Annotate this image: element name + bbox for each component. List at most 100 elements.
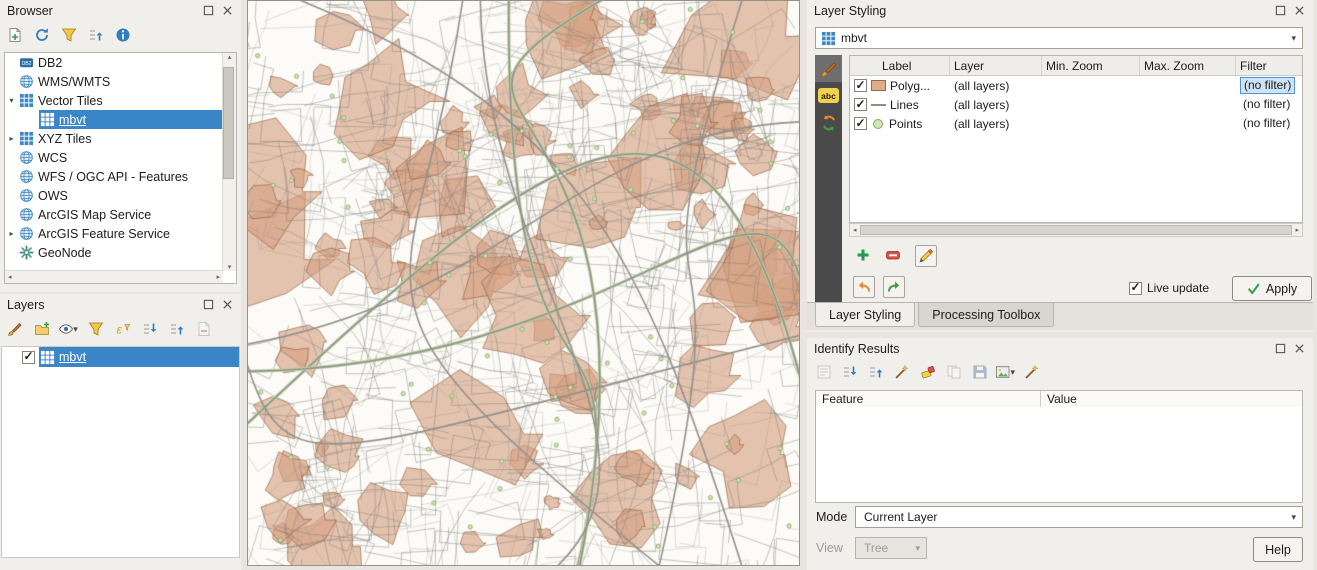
header-filter[interactable]: Filter <box>1236 56 1302 75</box>
db2-icon <box>18 55 35 70</box>
tree-item-vector-tiles[interactable]: Vector Tiles <box>5 91 236 110</box>
filter-cell[interactable]: (no filter) <box>1240 77 1296 94</box>
layer-item-mbvt[interactable]: mbvt <box>2 347 239 367</box>
expand-all-icon[interactable] <box>139 318 161 340</box>
tree-item-wcs[interactable]: WCS <box>5 148 236 167</box>
clear-results-icon[interactable] <box>917 361 939 383</box>
layers-float-icon[interactable] <box>202 298 215 311</box>
chevron-right-icon[interactable] <box>5 229 18 238</box>
symbology-icon[interactable] <box>815 55 842 82</box>
remove-rule-icon[interactable] <box>883 245 903 265</box>
check-icon <box>1247 282 1261 296</box>
rule-checkbox[interactable] <box>854 98 867 111</box>
refresh-icon[interactable] <box>31 24 53 46</box>
tree-item-geonode[interactable]: GeoNode <box>5 243 236 262</box>
layer-styling-panel-title: Layer Styling <box>814 3 887 18</box>
header-layer[interactable]: Layer <box>950 56 1042 75</box>
identify-results-panel: Identify Results ▾ Feature Value Mode Cu… <box>807 338 1313 570</box>
collapse-all-icon[interactable] <box>166 318 188 340</box>
browser-close-icon[interactable] <box>221 4 234 17</box>
properties-icon[interactable] <box>112 24 134 46</box>
tree-item-mbvt[interactable]: mbvt <box>5 110 236 129</box>
collapse-tree-icon[interactable] <box>865 361 887 383</box>
rule-checkbox[interactable] <box>854 79 867 92</box>
browser-vertical-scrollbar-thumb[interactable] <box>223 67 234 179</box>
apply-button[interactable]: Apply <box>1232 276 1312 301</box>
selected-row-highlight: mbvt <box>39 347 239 367</box>
layers-panel-title: Layers <box>7 297 45 312</box>
table-row[interactable]: Points (all layers) (no filter) <box>850 114 1302 133</box>
open-form-icon[interactable] <box>813 361 835 383</box>
header-feature[interactable]: Feature <box>816 391 1041 407</box>
filter-expression-icon[interactable] <box>112 318 134 340</box>
filter-cell[interactable]: (no filter) <box>1240 116 1293 131</box>
table-row[interactable]: Polyg... (all layers) (no filter) <box>850 76 1302 95</box>
browser-float-icon[interactable] <box>202 4 215 17</box>
copy-feature-icon[interactable] <box>943 361 965 383</box>
selected-row-highlight: mbvt <box>39 110 236 129</box>
tree-item-wfs[interactable]: WFS / OGC API - Features <box>5 167 236 186</box>
save-results-icon[interactable] <box>969 361 991 383</box>
map-canvas[interactable] <box>247 0 800 566</box>
collapse-all-icon[interactable] <box>85 24 107 46</box>
identify-close-icon[interactable] <box>1293 342 1306 355</box>
rule-checkbox[interactable] <box>854 117 867 130</box>
tree-item-db2[interactable]: DB2 <box>5 53 236 72</box>
mode-combo[interactable]: Current Layer ▾ <box>855 506 1303 528</box>
live-update-checkbox[interactable] <box>1129 281 1142 295</box>
chevron-right-icon[interactable] <box>5 134 18 143</box>
view-combo: Tree ▾ <box>855 537 927 559</box>
tab-layer-styling[interactable]: Layer Styling <box>815 303 916 327</box>
browser-panel: Browser DB2 WMS/WMTS ▾ Vector Tiles mbvt… <box>0 0 241 292</box>
view-label: View <box>816 541 843 555</box>
measure-icon[interactable] <box>1021 361 1043 383</box>
identify-float-icon[interactable] <box>1274 342 1287 355</box>
styling-float-icon[interactable] <box>1274 4 1287 17</box>
labels-icon[interactable]: abc <box>815 82 842 109</box>
undo-icon[interactable] <box>853 276 875 298</box>
line-swatch <box>871 99 886 110</box>
filter-cell[interactable]: (no filter) <box>1240 97 1293 112</box>
layer-visibility-checkbox[interactable] <box>22 350 35 364</box>
grid-icon <box>39 112 56 127</box>
identify-toolbar: ▾ <box>813 361 1043 383</box>
redo-icon[interactable] <box>883 276 905 298</box>
chevron-down-icon[interactable] <box>5 96 18 105</box>
expand-new-results-icon[interactable] <box>891 361 913 383</box>
styling-close-icon[interactable] <box>1293 4 1306 17</box>
layer-selector-combo[interactable]: mbvt ▾ <box>815 27 1303 49</box>
add-group-icon[interactable] <box>31 318 53 340</box>
tree-item-xyz-tiles[interactable]: XYZ Tiles <box>5 129 236 148</box>
expand-tree-icon[interactable] <box>839 361 861 383</box>
add-layer-icon[interactable] <box>4 24 26 46</box>
manage-map-themes-icon[interactable]: ▾ <box>58 318 80 340</box>
tree-item-ows[interactable]: OWS <box>5 186 236 205</box>
history-icon[interactable] <box>815 109 842 136</box>
identify-table-header: Feature Value <box>815 390 1303 408</box>
layers-close-icon[interactable] <box>221 298 234 311</box>
edit-rule-icon[interactable] <box>915 245 937 267</box>
open-layer-styling-icon[interactable] <box>4 318 26 340</box>
globe-icon <box>18 150 35 165</box>
add-rule-icon[interactable] <box>853 245 873 265</box>
browser-horizontal-scrollbar[interactable]: ◂ ▸ <box>5 270 223 283</box>
tree-item-arcgis-feature-service[interactable]: ArcGIS Feature Service <box>5 224 236 243</box>
tree-item-wms-wmts[interactable]: WMS/WMTS <box>5 72 236 91</box>
filter-browser-icon[interactable] <box>58 24 80 46</box>
scrollbar-thumb[interactable] <box>859 225 1293 235</box>
table-row[interactable]: Lines (all layers) (no filter) <box>850 95 1302 114</box>
rules-table-horizontal-scrollbar[interactable]: ◂ ▸ <box>849 223 1303 237</box>
rules-table: Label Layer Min. Zoom Max. Zoom Filter P… <box>849 55 1303 223</box>
help-button[interactable]: Help <box>1253 537 1303 562</box>
remove-layer-icon[interactable] <box>193 318 215 340</box>
header-value[interactable]: Value <box>1041 392 1302 406</box>
identify-settings-icon[interactable]: ▾ <box>995 361 1017 383</box>
tree-item-arcgis-map-service[interactable]: ArcGIS Map Service <box>5 205 236 224</box>
header-label[interactable]: Label <box>850 56 950 75</box>
header-max-zoom[interactable]: Max. Zoom <box>1140 56 1236 75</box>
header-min-zoom[interactable]: Min. Zoom <box>1042 56 1140 75</box>
globe-icon <box>18 74 35 89</box>
identify-results-area[interactable] <box>815 407 1303 503</box>
tab-processing-toolbox[interactable]: Processing Toolbox <box>918 303 1055 327</box>
filter-legend-icon[interactable] <box>85 318 107 340</box>
